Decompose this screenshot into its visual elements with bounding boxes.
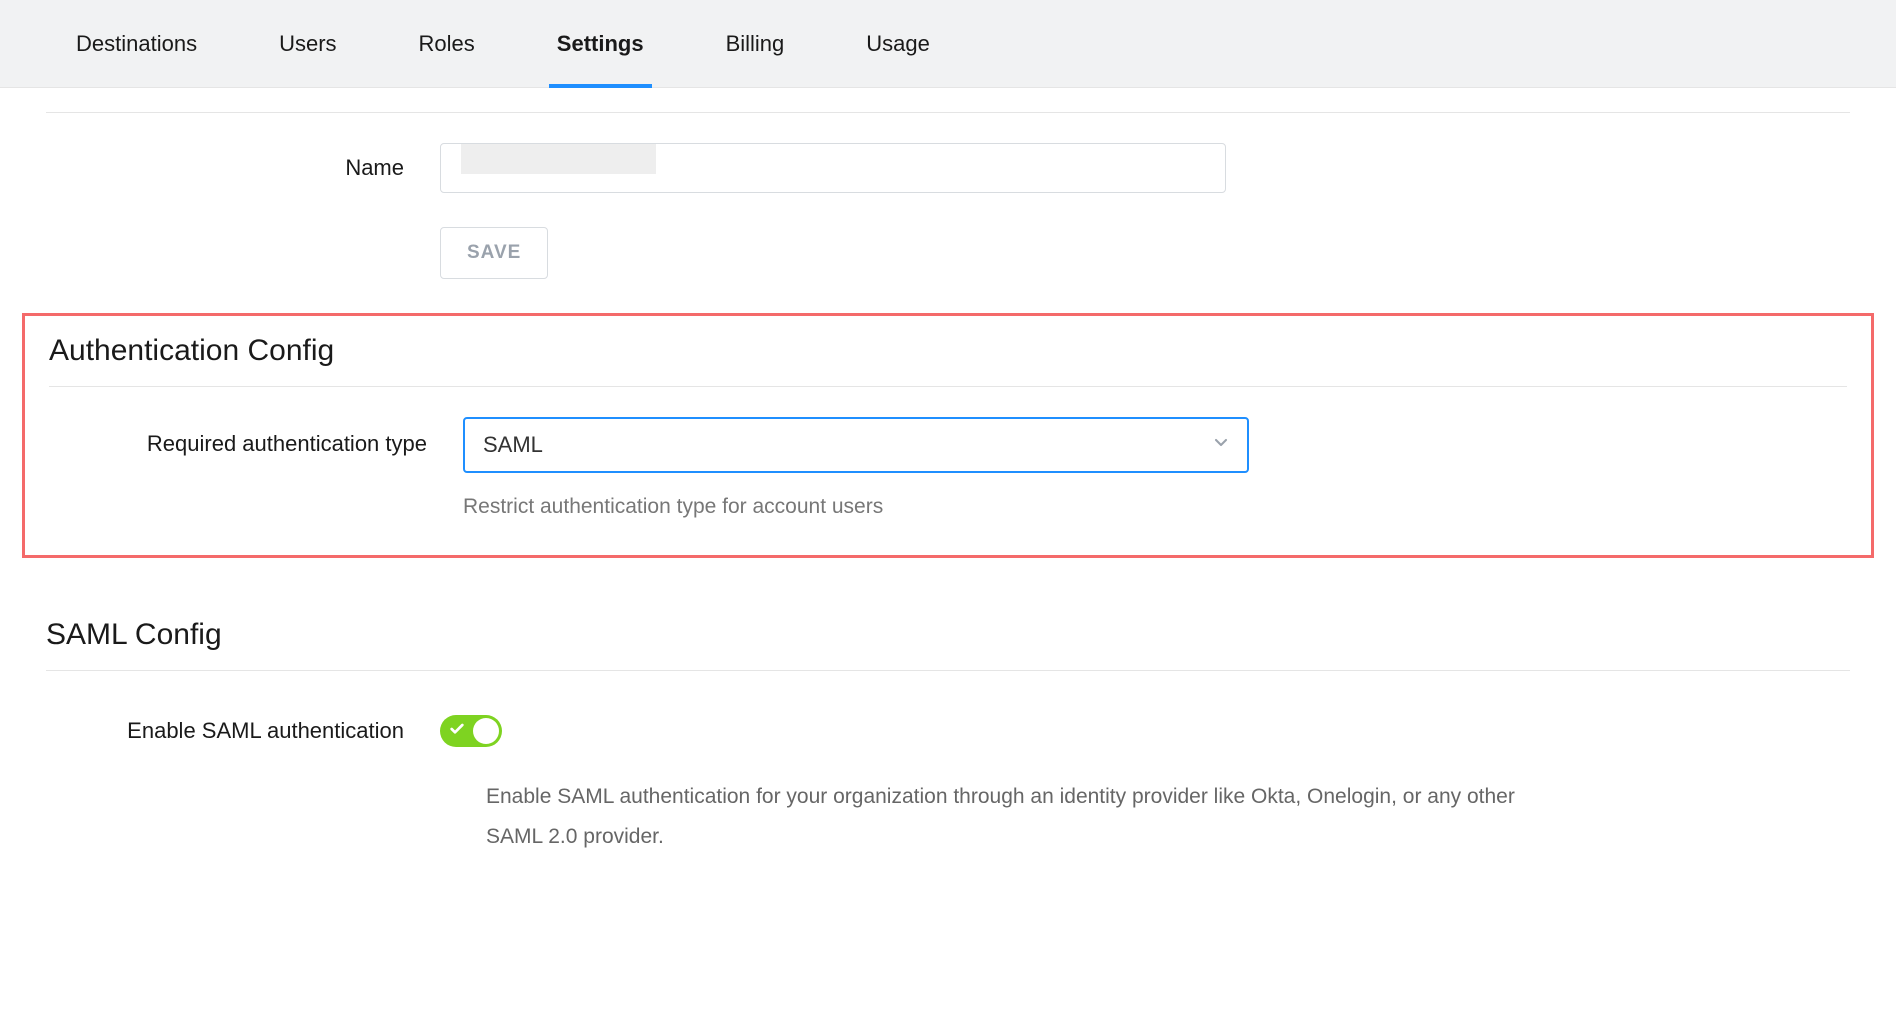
tab-roles[interactable]: Roles	[419, 0, 475, 88]
tab-users[interactable]: Users	[279, 0, 336, 88]
tab-billing[interactable]: Billing	[726, 0, 785, 88]
saml-config-section: SAML Config Enable SAML authentication E…	[46, 618, 1850, 857]
auth-type-selected-value: SAML	[483, 432, 543, 458]
saml-toggle-row: Enable SAML authentication	[46, 671, 1850, 747]
tabs-bar: Destinations Users Roles Settings Billin…	[0, 0, 1896, 88]
tab-usage[interactable]: Usage	[866, 0, 930, 88]
auth-type-helper: Restrict authentication type for account…	[463, 473, 1249, 519]
name-label: Name	[46, 155, 440, 181]
name-input[interactable]	[440, 143, 1226, 193]
auth-type-select[interactable]: SAML	[463, 417, 1249, 473]
auth-config-title: Authentication Config	[49, 334, 1847, 386]
name-row: Name	[0, 113, 1896, 193]
saml-helper-text: Enable SAML authentication for your orga…	[46, 747, 1850, 857]
save-button[interactable]: SAVE	[440, 227, 548, 279]
saml-toggle[interactable]	[440, 715, 502, 747]
settings-content: Name SAVE Authentication Config Required…	[0, 88, 1896, 897]
tab-settings[interactable]: Settings	[557, 0, 644, 88]
toggle-knob	[473, 718, 499, 744]
saml-config-title: SAML Config	[46, 618, 1850, 670]
auth-type-row: Required authentication type SAML Restri…	[49, 387, 1847, 519]
auth-type-label: Required authentication type	[49, 417, 463, 457]
saml-toggle-label: Enable SAML authentication	[46, 718, 440, 744]
auth-config-section: Authentication Config Required authentic…	[22, 313, 1874, 558]
check-icon	[449, 721, 465, 742]
tab-destinations[interactable]: Destinations	[76, 0, 197, 88]
redacted-value	[461, 144, 656, 174]
